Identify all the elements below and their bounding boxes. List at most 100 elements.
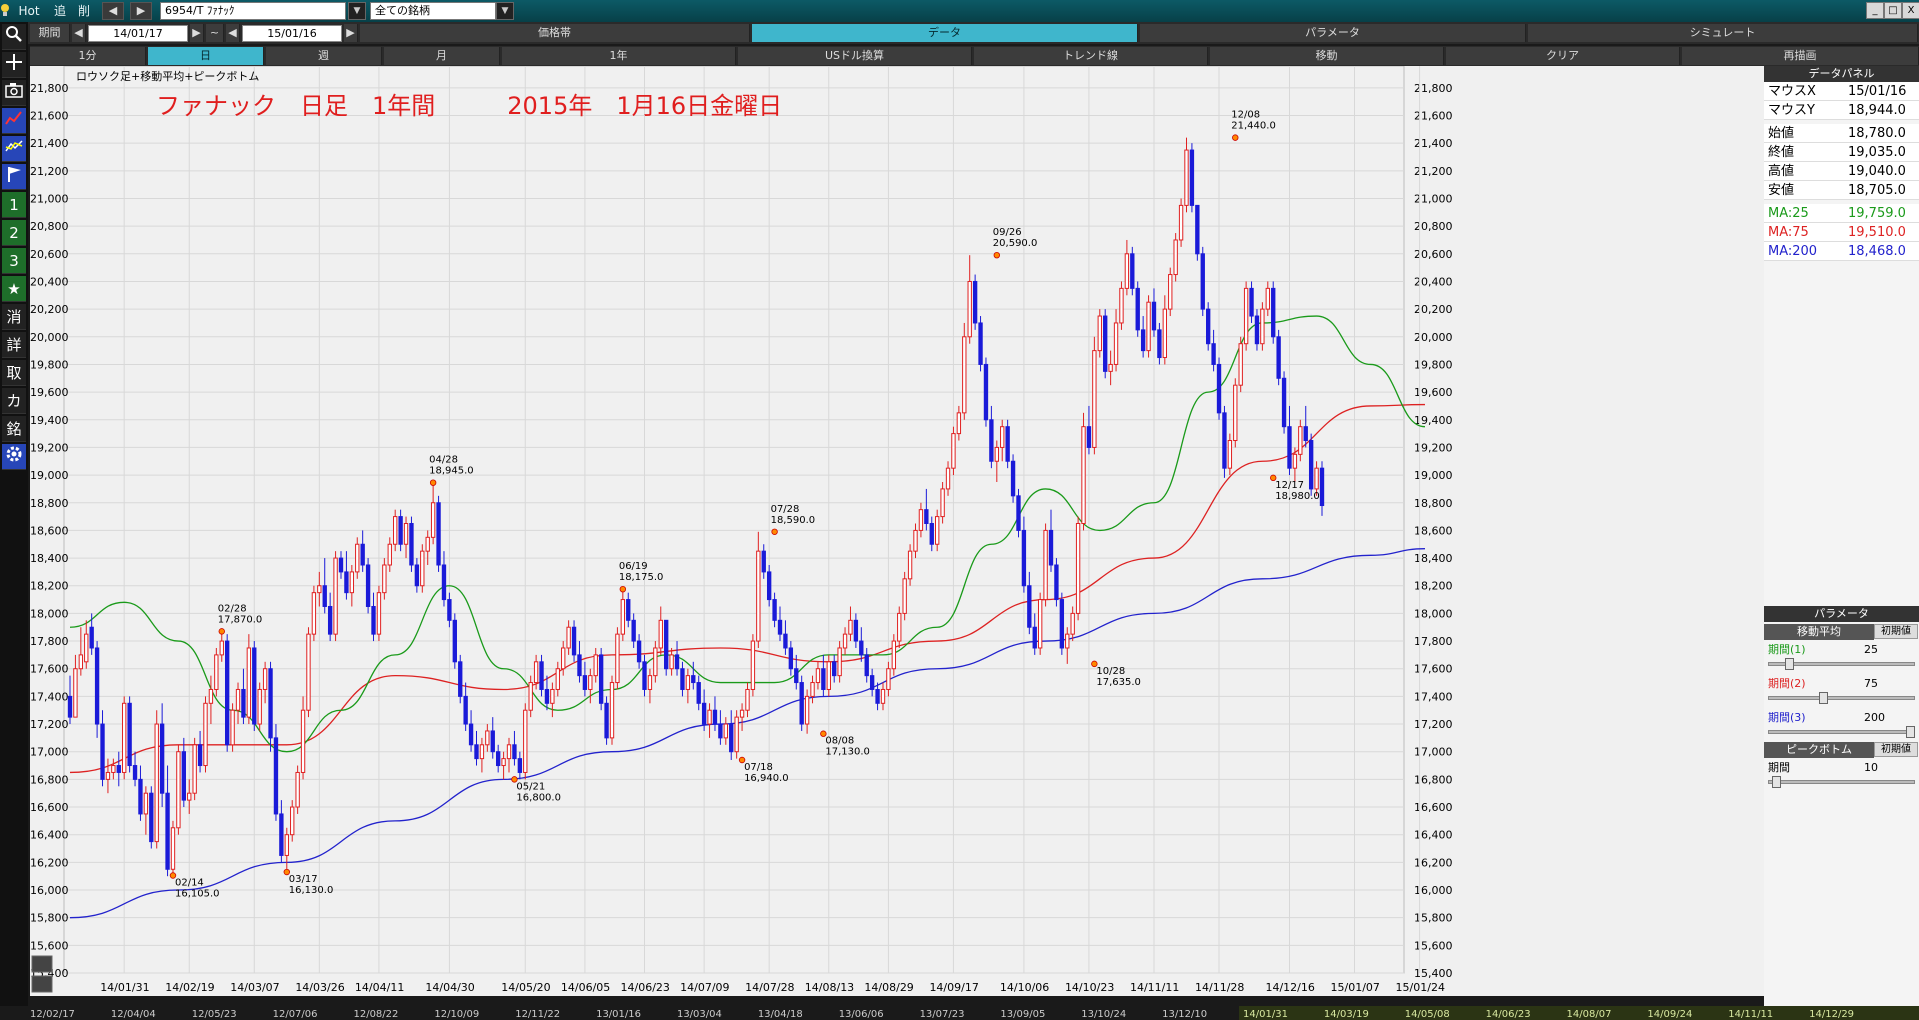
bottom-date-label: 08/08 <box>825 736 854 747</box>
next-stock-button[interactable]: ▶ <box>130 2 152 20</box>
chart-multi-icon[interactable] <box>2 136 26 162</box>
candle-body <box>609 682 615 739</box>
btn-1year[interactable]: 1年 <box>502 47 736 65</box>
ma-init-button[interactable]: 初期値 <box>1874 624 1918 639</box>
slider-thumb[interactable] <box>1772 776 1782 788</box>
y-tick-label-left: 21,000 <box>30 192 69 205</box>
stock-button[interactable]: 銘 <box>2 416 26 442</box>
candle-body <box>1010 460 1016 497</box>
ma-period2-slider[interactable] <box>1768 692 1915 704</box>
overview-tick-label: 13/06/06 <box>839 1009 884 1020</box>
btn-weekly[interactable]: 週 <box>266 47 382 65</box>
delete-button[interactable]: 削 <box>74 2 94 20</box>
btn-1min[interactable]: 1分 <box>30 47 146 65</box>
candle-body <box>555 668 560 690</box>
peak-bottom-init-button[interactable]: 初期値 <box>1874 742 1918 757</box>
btn-trend-line[interactable]: トレンド線 <box>974 47 1208 65</box>
tab-simulate[interactable]: シミュレート <box>1528 24 1918 42</box>
gear-icon[interactable] <box>2 444 26 470</box>
start-date-next-button[interactable]: ▶ <box>190 24 204 42</box>
start-date-prev-button[interactable]: ◀ <box>72 24 86 42</box>
candlestick-chart[interactable]: 15,400 15,40015,600 15,60015,800 15,80016,0… <box>30 66 1764 996</box>
x-tick-label: 14/08/13 <box>805 981 854 994</box>
data-panel-label: 高値 <box>1768 164 1795 179</box>
stock-list-select[interactable]: 全ての銘柄 <box>370 2 496 20</box>
peak-bottom-period-value[interactable]: 10 <box>1864 760 1878 776</box>
add-button[interactable]: 追 <box>50 2 70 20</box>
candle-body <box>582 675 588 690</box>
detail-button[interactable]: 詳 <box>2 332 26 358</box>
candle-body <box>306 633 311 711</box>
chart-line-icon[interactable] <box>2 108 26 134</box>
end-date-prev-button[interactable]: ◀ <box>226 24 240 42</box>
hot-button[interactable]: Hot <box>12 2 46 20</box>
preset-1-button[interactable]: 1 <box>2 192 26 218</box>
erase-button[interactable]: 消 <box>2 304 26 330</box>
tab-data[interactable]: データ <box>752 24 1138 42</box>
camera-icon[interactable] <box>2 80 26 106</box>
end-date-next-button[interactable]: ▶ <box>344 24 358 42</box>
slider-thumb[interactable] <box>1819 692 1829 704</box>
tab-parameters[interactable]: パラメータ <box>1140 24 1526 42</box>
peak-bottom-slider[interactable] <box>1768 776 1915 788</box>
btn-clear[interactable]: クリア <box>1446 47 1680 65</box>
overview-axis-strip[interactable]: 12/02/17 12/04/04 12/05/23 12/07/06 12/08/22… <box>0 1006 1919 1020</box>
crosshair-icon[interactable] <box>2 52 26 78</box>
candle-body <box>561 647 566 670</box>
star-icon[interactable]: ★ <box>2 276 26 302</box>
overview-tick-label: 14/05/08 <box>1405 1009 1450 1020</box>
btn-daily[interactable]: 日 <box>148 47 264 65</box>
maximize-button[interactable]: □ <box>1884 2 1902 19</box>
candle-body <box>371 605 376 635</box>
bottom-price-label: 17,130.0 <box>825 747 870 758</box>
candle-body <box>685 675 691 690</box>
ma-period3-slider[interactable] <box>1768 726 1915 738</box>
start-date-input[interactable]: 14/01/17 <box>88 25 188 42</box>
stock-list-dropdown[interactable]: ▼ <box>496 2 514 20</box>
close-button[interactable]: X <box>1902 2 1919 19</box>
ma-period1-value[interactable]: 25 <box>1864 642 1878 658</box>
ma-period3-value[interactable]: 200 <box>1864 710 1885 726</box>
tilde-label: ~ <box>206 24 224 42</box>
preset-2-button[interactable]: 2 <box>2 220 26 246</box>
candle-body <box>604 702 609 739</box>
overview-tick-label: 13/12/10 <box>1162 1009 1207 1020</box>
ma-period2-label: 期間(2) <box>1768 677 1806 690</box>
ka-button[interactable]: カ <box>2 388 26 414</box>
candle-body <box>485 730 490 746</box>
candle-body <box>176 751 181 829</box>
candle-body <box>463 695 468 725</box>
candle-body <box>1184 149 1189 206</box>
ma-period2-value[interactable]: 75 <box>1864 676 1878 692</box>
minimize-button[interactable]: _ <box>1866 2 1884 19</box>
btn-monthly[interactable]: 月 <box>384 47 500 65</box>
flag-icon[interactable] <box>2 164 26 190</box>
data-panel-row: MA:25 19,759.0 <box>1764 204 1919 223</box>
stock-code-input[interactable]: 6954/T ﾌｧﾅｯｸ <box>160 2 346 20</box>
btn-usd-convert[interactable]: USドル換算 <box>738 47 972 65</box>
trade-button[interactable]: 取 <box>2 360 26 386</box>
data-panel-label: MA:200 <box>1768 244 1818 259</box>
search-icon[interactable] <box>2 24 26 50</box>
end-date-input[interactable]: 15/01/16 <box>242 25 342 42</box>
data-panel-row: マウスY 18,944.0 <box>1764 101 1919 120</box>
candle-body <box>756 550 761 642</box>
ma-period1-label: 期間(1) <box>1768 643 1806 656</box>
candle-body <box>132 765 138 780</box>
preset-3-button[interactable]: 3 <box>2 248 26 274</box>
slider-thumb[interactable] <box>1906 726 1915 738</box>
slider-thumb[interactable] <box>1784 658 1794 670</box>
candle-body <box>143 792 149 815</box>
tab-price-range[interactable]: 価格帯 <box>360 24 750 42</box>
candle-body <box>458 661 463 697</box>
chart-area[interactable]: 15,400 15,400 15,600 15,600 15,800 15,800 16,0… <box>30 66 1764 996</box>
stock-code-dropdown[interactable]: ▼ <box>348 2 366 20</box>
btn-move[interactable]: 移動 <box>1210 47 1444 65</box>
candle-body <box>1260 308 1265 345</box>
ma-period1-slider[interactable] <box>1768 658 1915 670</box>
btn-redraw[interactable]: 再描画 <box>1682 47 1919 65</box>
candle-body <box>1233 384 1238 442</box>
candle-body <box>1130 253 1135 289</box>
candle-body <box>311 592 317 635</box>
prev-stock-button[interactable]: ◀ <box>102 2 124 20</box>
